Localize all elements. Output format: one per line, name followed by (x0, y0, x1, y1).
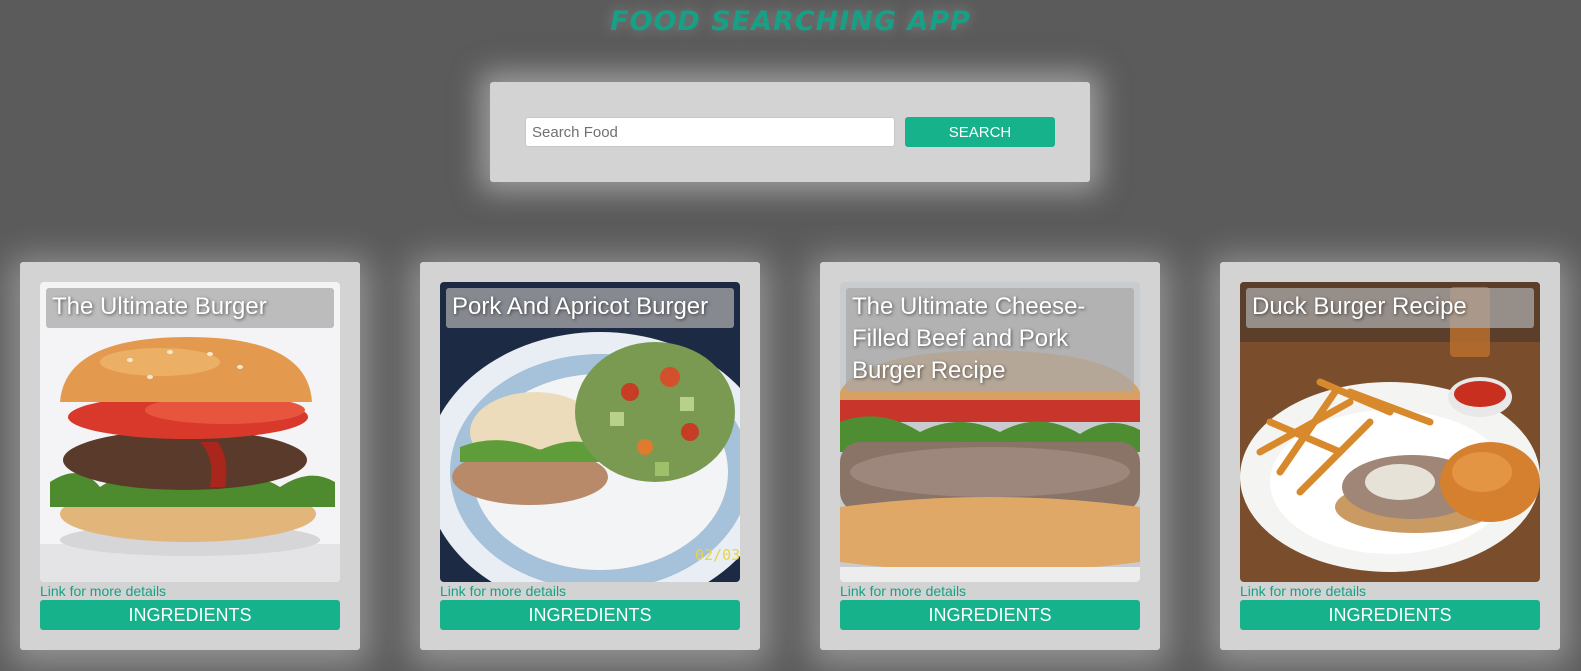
photo-date-stamp: 02/03 (695, 546, 740, 564)
recipe-image[interactable]: The Ultimate Cheese-Filled Beef and Pork… (840, 282, 1140, 582)
recipe-title: The Ultimate Cheese-Filled Beef and Pork… (846, 288, 1134, 392)
ingredients-button[interactable]: INGREDIENTS (40, 600, 340, 630)
app-title: FOOD SEARCHING APP (610, 6, 971, 37)
details-link[interactable]: Link for more details (40, 582, 166, 600)
recipe-image[interactable]: Duck Burger Recipe (1240, 282, 1540, 582)
details-link[interactable]: Link for more details (440, 582, 566, 600)
recipe-card: The Ultimate Cheese-Filled Beef and Pork… (820, 262, 1160, 650)
details-link[interactable]: Link for more details (1240, 582, 1366, 600)
recipe-card: The Ultimate Burger Link for more detail… (20, 262, 360, 650)
ingredients-button[interactable]: INGREDIENTS (1240, 600, 1540, 630)
ingredients-button[interactable]: INGREDIENTS (440, 600, 740, 630)
details-link[interactable]: Link for more details (840, 582, 966, 600)
recipe-title: Duck Burger Recipe (1246, 288, 1534, 328)
search-input[interactable] (525, 117, 895, 147)
ingredients-button[interactable]: INGREDIENTS (840, 600, 1140, 630)
recipe-title: The Ultimate Burger (46, 288, 334, 328)
recipe-title: Pork And Apricot Burger (446, 288, 734, 328)
search-button[interactable]: SEARCH (905, 117, 1055, 147)
recipe-card: 02/03 Pork And Apricot Burger Link for m… (420, 262, 760, 650)
recipe-image[interactable]: The Ultimate Burger (40, 282, 340, 582)
search-panel: SEARCH (490, 82, 1090, 182)
recipe-card: Duck Burger Recipe Link for more details… (1220, 262, 1560, 650)
recipe-image[interactable]: 02/03 Pork And Apricot Burger (440, 282, 740, 582)
